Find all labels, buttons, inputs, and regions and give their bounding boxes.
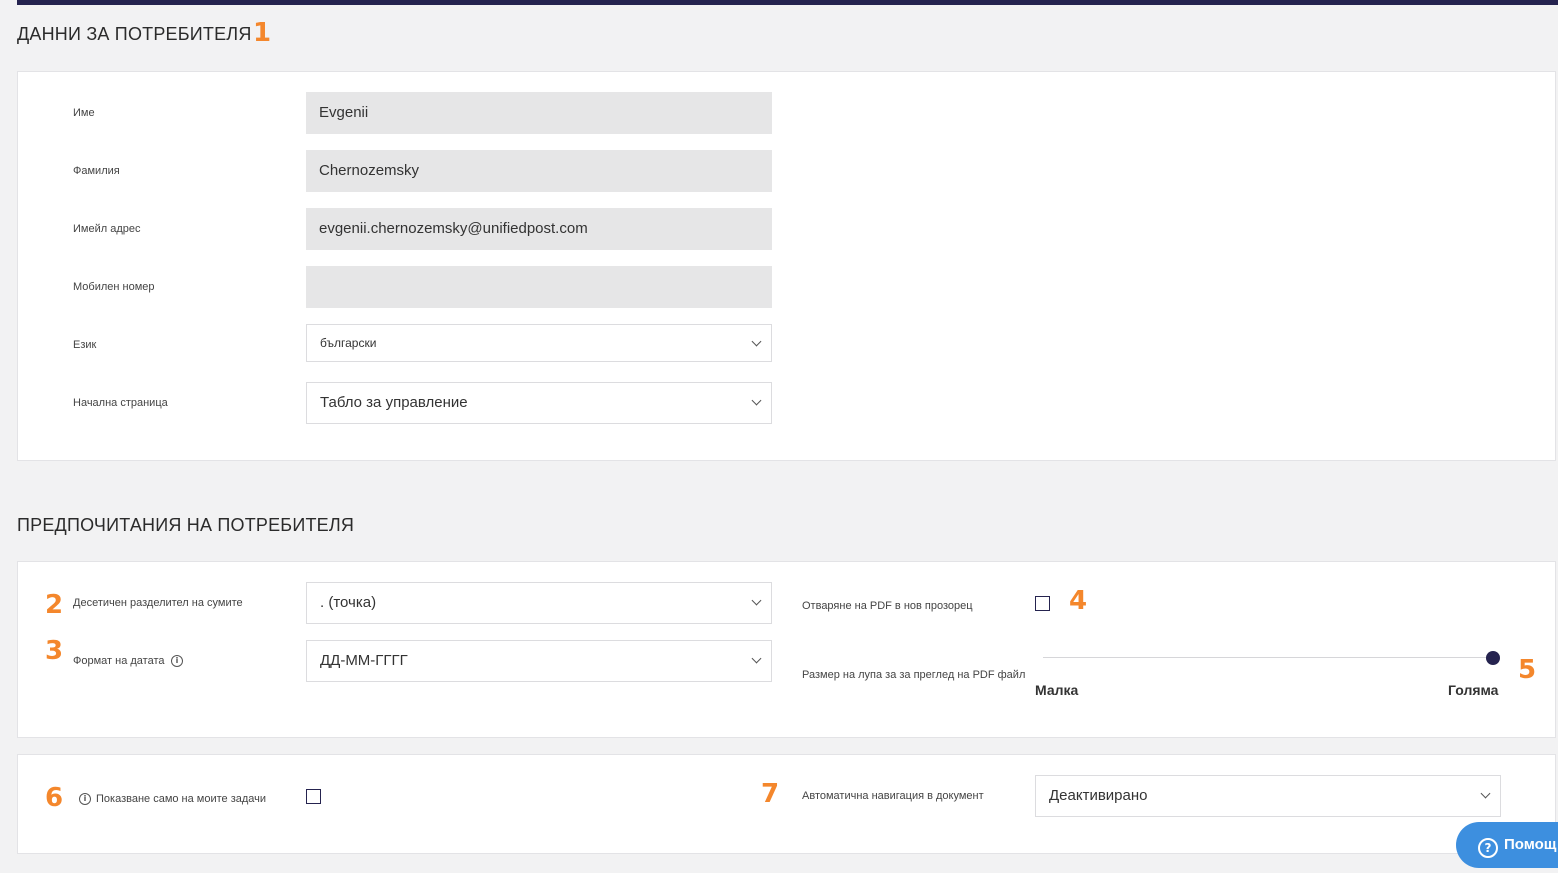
pdf-new-window-label: Отваряне на PDF в нов прозорец bbox=[802, 600, 973, 612]
info-icon[interactable]: i bbox=[171, 655, 183, 667]
chevron-down-icon bbox=[751, 336, 762, 347]
help-button-label: Помощ bbox=[1504, 836, 1557, 853]
magnifier-min-label: Малка bbox=[1035, 682, 1079, 698]
first-name-field[interactable]: Evgenii bbox=[306, 92, 772, 134]
magnifier-slider-track[interactable] bbox=[1043, 657, 1493, 658]
top-accent-bar bbox=[17, 0, 1558, 5]
marker-5: 5 bbox=[1518, 655, 1537, 685]
help-button[interactable]: ? Помощ bbox=[1456, 822, 1558, 868]
last-name-label: Фамилия bbox=[73, 165, 120, 177]
magnifier-label: Размер на лупа за за преглед на PDF файл bbox=[802, 669, 1026, 681]
chevron-down-icon bbox=[751, 395, 762, 406]
info-icon[interactable]: i bbox=[79, 793, 91, 805]
user-data-title: ДАННИ ЗА ПОТРЕБИТЕЛЯ bbox=[17, 24, 252, 44]
chevron-down-icon bbox=[751, 653, 762, 664]
question-circle-icon: ? bbox=[1478, 838, 1498, 858]
start-page-label: Начална страница bbox=[73, 397, 168, 409]
date-format-label: Формат на датата bbox=[73, 655, 165, 667]
my-tasks-label: Показване само на моите задачи bbox=[96, 793, 267, 805]
decimal-separator-value: . (точка) bbox=[320, 594, 377, 611]
marker-3: 3 bbox=[45, 636, 64, 666]
magnifier-max-label: Голяма bbox=[1448, 682, 1499, 698]
marker-2: 2 bbox=[45, 590, 64, 620]
pdf-new-window-checkbox[interactable] bbox=[1035, 596, 1050, 611]
mobile-field[interactable] bbox=[306, 266, 772, 308]
date-format-value: ДД-ММ-ГГГГ bbox=[320, 652, 408, 669]
magnifier-slider-knob[interactable] bbox=[1486, 651, 1500, 665]
preferences-card bbox=[17, 561, 1556, 738]
marker-4: 4 bbox=[1069, 586, 1088, 616]
mobile-label: Мобилен номер bbox=[73, 281, 155, 293]
language-label: Език bbox=[73, 339, 97, 351]
auto-navigation-value: Деактивирано bbox=[1049, 787, 1148, 804]
marker-1: 1 bbox=[253, 18, 272, 48]
date-format-select[interactable]: ДД-ММ-ГГГГ bbox=[306, 640, 772, 682]
first-name-label: Име bbox=[73, 107, 95, 119]
marker-7: 7 bbox=[761, 779, 780, 809]
email-field[interactable]: evgenii.chernozemsky@unifiedpost.com bbox=[306, 208, 772, 250]
start-page-select[interactable]: Табло за управление bbox=[306, 382, 772, 424]
decimal-separator-label: Десетичен разделител на сумите bbox=[73, 597, 243, 609]
auto-navigation-label: Автоматична навигация в документ bbox=[802, 790, 984, 802]
marker-6: 6 bbox=[45, 783, 64, 813]
chevron-down-icon bbox=[751, 595, 762, 606]
user-data-card bbox=[17, 71, 1556, 461]
chevron-down-icon bbox=[1480, 788, 1491, 799]
language-select[interactable]: български bbox=[306, 324, 772, 362]
language-value: български bbox=[320, 336, 377, 350]
auto-navigation-select[interactable]: Деактивирано bbox=[1035, 775, 1501, 817]
email-label: Имейл адрес bbox=[73, 223, 141, 235]
last-name-field[interactable]: Chernozemsky bbox=[306, 150, 772, 192]
start-page-value: Табло за управление bbox=[320, 394, 468, 411]
my-tasks-checkbox[interactable] bbox=[306, 789, 321, 804]
decimal-separator-select[interactable]: . (точка) bbox=[306, 582, 772, 624]
preferences-title: ПРЕДПОЧИТАНИЯ НА ПОТРЕБИТЕЛЯ bbox=[17, 515, 355, 535]
